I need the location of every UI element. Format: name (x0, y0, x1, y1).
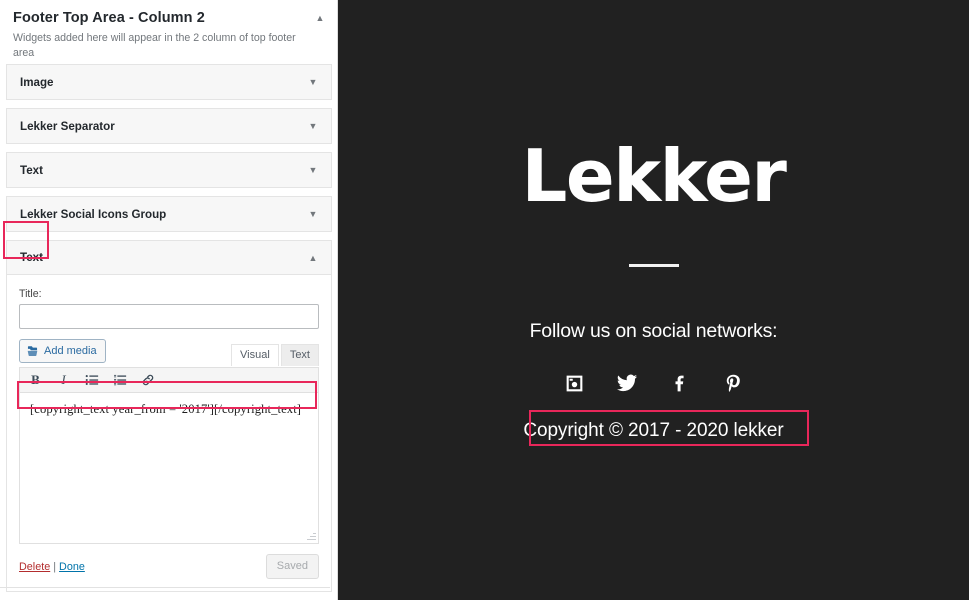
widgets-sidebar-content: Footer Top Area - Column 2 Widgets added… (0, 0, 337, 592)
ordered-list-icon[interactable] (111, 372, 128, 389)
editor-textarea[interactable]: [copyright_text year_from = '2017'][/cop… (20, 393, 318, 543)
delete-link[interactable]: Delete (19, 561, 50, 573)
social-icons-row (338, 370, 969, 396)
title-input[interactable] (19, 304, 319, 329)
twitter-icon[interactable] (614, 370, 640, 396)
chevron-down-icon[interactable]: ▼ (307, 76, 319, 88)
section-header[interactable]: Footer Top Area - Column 2 Widgets added… (0, 0, 337, 64)
logo-divider (628, 264, 679, 267)
site-preview-footer: Lekker Follow us on social networks: Cop… (338, 0, 969, 600)
widget-title: Image (20, 75, 54, 89)
unordered-list-icon[interactable] (83, 372, 100, 389)
facebook-icon[interactable] (667, 370, 693, 396)
page-title: Footer Top Area - Column 2 (13, 10, 205, 26)
widget-text-expanded[interactable]: Text ▲ Title: Add media Visual Text B I … (6, 240, 332, 592)
add-media-icon (26, 345, 39, 358)
editor-top-row: Add media Visual Text (19, 339, 319, 366)
tab-visual[interactable]: Visual (231, 344, 279, 366)
follow-heading: Follow us on social networks: (529, 320, 778, 342)
widget-header[interactable]: Text ▲ (7, 241, 331, 275)
text-widget-form: Title: Add media Visual Text B I [copyri… (7, 275, 331, 591)
italic-icon[interactable]: I (55, 372, 72, 389)
title-label: Title: (19, 288, 42, 300)
widget-lekker-social-icons-group[interactable]: Lekker Social Icons Group ▼ (6, 196, 332, 232)
pinterest-icon[interactable] (720, 370, 746, 396)
editor-resize-handle[interactable] (306, 531, 316, 541)
widget-header[interactable]: Image ▼ (7, 65, 331, 99)
link-icon[interactable] (139, 372, 156, 389)
save-button: Saved (265, 554, 319, 579)
widget-footer: Delete | Done Saved (19, 553, 319, 581)
widget-title: Text (20, 163, 43, 177)
widget-header[interactable]: Text ▼ (7, 153, 331, 187)
widget-lekker-separator[interactable]: Lekker Separator ▼ (6, 108, 332, 144)
screen: Footer Top Area - Column 2 Widgets added… (0, 0, 969, 600)
widget-header[interactable]: Lekker Separator ▼ (7, 109, 331, 143)
widgets-sidebar-panel: Footer Top Area - Column 2 Widgets added… (0, 0, 338, 600)
instagram-icon[interactable] (561, 370, 587, 396)
chevron-up-icon[interactable]: ▲ (314, 12, 326, 24)
panel-divider (0, 587, 330, 588)
tab-text[interactable]: Text (280, 344, 319, 366)
widget-title: Lekker Separator (20, 119, 115, 133)
widget-header[interactable]: Lekker Social Icons Group ▼ (7, 197, 331, 231)
editor-mode-tabs: Visual Text (231, 344, 319, 366)
content-editor: Add media Visual Text B I [copyright_tex… (19, 339, 319, 544)
done-link[interactable]: Done (59, 561, 85, 573)
chevron-down-icon[interactable]: ▼ (307, 164, 319, 176)
add-media-button[interactable]: Add media (19, 339, 106, 363)
link-separator: | (53, 561, 57, 573)
site-logo-text: Lekker (521, 134, 787, 218)
widget-title: Lekker Social Icons Group (20, 207, 167, 221)
chevron-down-icon[interactable]: ▼ (307, 120, 319, 132)
section-description: Widgets added here will appear in the 2 … (13, 32, 296, 59)
bold-icon[interactable]: B (27, 372, 44, 389)
widget-image[interactable]: Image ▼ (6, 64, 332, 100)
copyright-text: Copyright © 2017 - 2020 lekker (523, 420, 784, 441)
editor-frame: B I [copyright_text year_from = '2017'][… (19, 367, 319, 544)
editor-toolbar: B I (20, 368, 318, 393)
editor-content-text: [copyright_text year_from = '2017'][/cop… (30, 402, 302, 416)
widget-title: Text (20, 251, 43, 264)
chevron-up-icon[interactable]: ▲ (307, 252, 319, 264)
add-media-label: Add media (44, 345, 97, 357)
widget-text-collapsed[interactable]: Text ▼ (6, 152, 332, 188)
chevron-down-icon[interactable]: ▼ (307, 208, 319, 220)
